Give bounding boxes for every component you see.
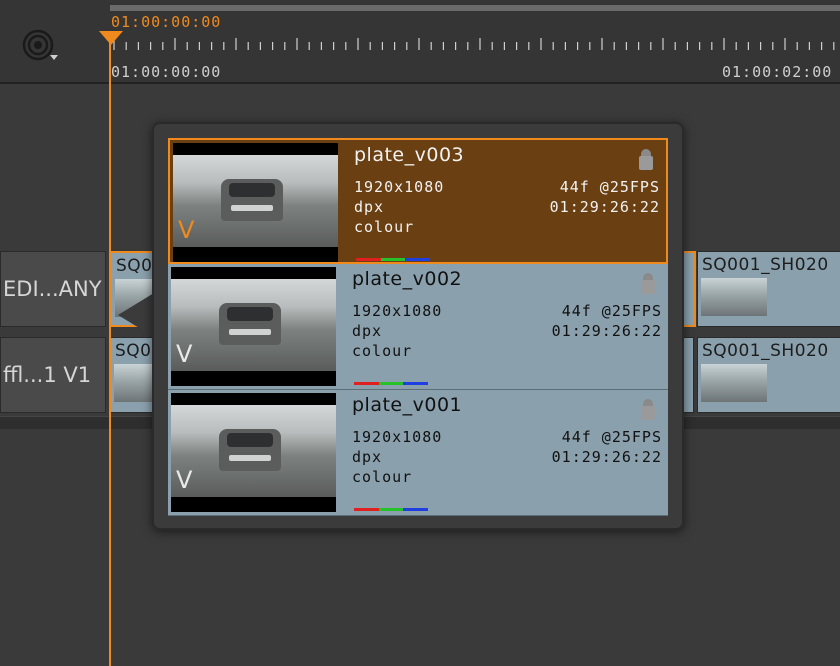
timeline-ruler-ticks[interactable]: [110, 36, 840, 54]
version-resolution: 1920x1080: [352, 302, 443, 320]
current-timecode: 01:00:00:00: [111, 13, 222, 31]
version-timecode: 01:29:26:22: [551, 448, 662, 466]
lock-icon[interactable]: [638, 148, 654, 170]
version-colour: colour: [352, 468, 413, 486]
version-format: dpx: [352, 322, 383, 340]
timeline-clip[interactable]: SQ001_SH020: [697, 337, 840, 413]
lock-icon[interactable]: [640, 398, 656, 420]
version-timecode: 01:29:26:22: [549, 198, 660, 216]
version-thumbnail: [173, 143, 338, 262]
version-item[interactable]: V plate_v001 1920x1080 dpx colour 44f @2…: [168, 390, 668, 516]
clip-label: SQ0: [116, 256, 153, 276]
clip-thumbnail: [701, 278, 767, 316]
version-resolution: 1920x1080: [354, 178, 445, 196]
popup-pointer: [118, 293, 154, 337]
rgb-channels-indicator: [356, 258, 431, 261]
track-header[interactable]: ffl...1 V1: [0, 337, 106, 413]
playhead-line[interactable]: [109, 38, 111, 666]
timeline-clip[interactable]: SQ001_SH020: [697, 251, 840, 327]
track-header[interactable]: EDI...ANY: [0, 251, 106, 327]
video-badge: V: [176, 466, 193, 494]
version-name: plate_v001: [352, 394, 463, 416]
ruler-start-timecode: 01:00:00:00: [111, 63, 222, 81]
version-frames: 44f @25FPS: [561, 302, 662, 320]
version-colour: colour: [352, 342, 413, 360]
version-format: dpx: [354, 198, 385, 216]
version-frames: 44f @25FPS: [561, 428, 662, 446]
clip-thumbnail: [701, 364, 767, 402]
clip-label: SQ0: [115, 341, 152, 361]
version-format: dpx: [352, 448, 383, 466]
timeline-scrollbar[interactable]: [110, 5, 840, 11]
version-resolution: 1920x1080: [352, 428, 443, 446]
clip-label: SQ001_SH020: [702, 255, 829, 275]
playhead-handle[interactable]: [99, 31, 123, 45]
version-name: plate_v002: [352, 268, 463, 290]
version-timecode: 01:29:26:22: [551, 322, 662, 340]
ruler-end-timecode: 01:00:02:00: [722, 63, 833, 81]
lock-icon[interactable]: [640, 272, 656, 294]
version-item[interactable]: V plate_v003 1920x1080 dpx colour 44f @2…: [168, 138, 668, 264]
snap-icon[interactable]: [20, 27, 60, 67]
clip-label: SQ001_SH020: [702, 341, 829, 361]
version-item[interactable]: V plate_v002 1920x1080 dpx colour 44f @2…: [168, 264, 668, 390]
version-thumbnail: [171, 393, 336, 512]
rgb-channels-indicator: [354, 508, 429, 511]
video-badge: V: [178, 216, 195, 244]
video-badge: V: [176, 340, 193, 368]
version-thumbnail: [171, 267, 336, 386]
version-colour: colour: [354, 218, 415, 236]
version-name: plate_v003: [354, 144, 465, 166]
version-frames: 44f @25FPS: [559, 178, 660, 196]
rgb-channels-indicator: [354, 382, 429, 385]
